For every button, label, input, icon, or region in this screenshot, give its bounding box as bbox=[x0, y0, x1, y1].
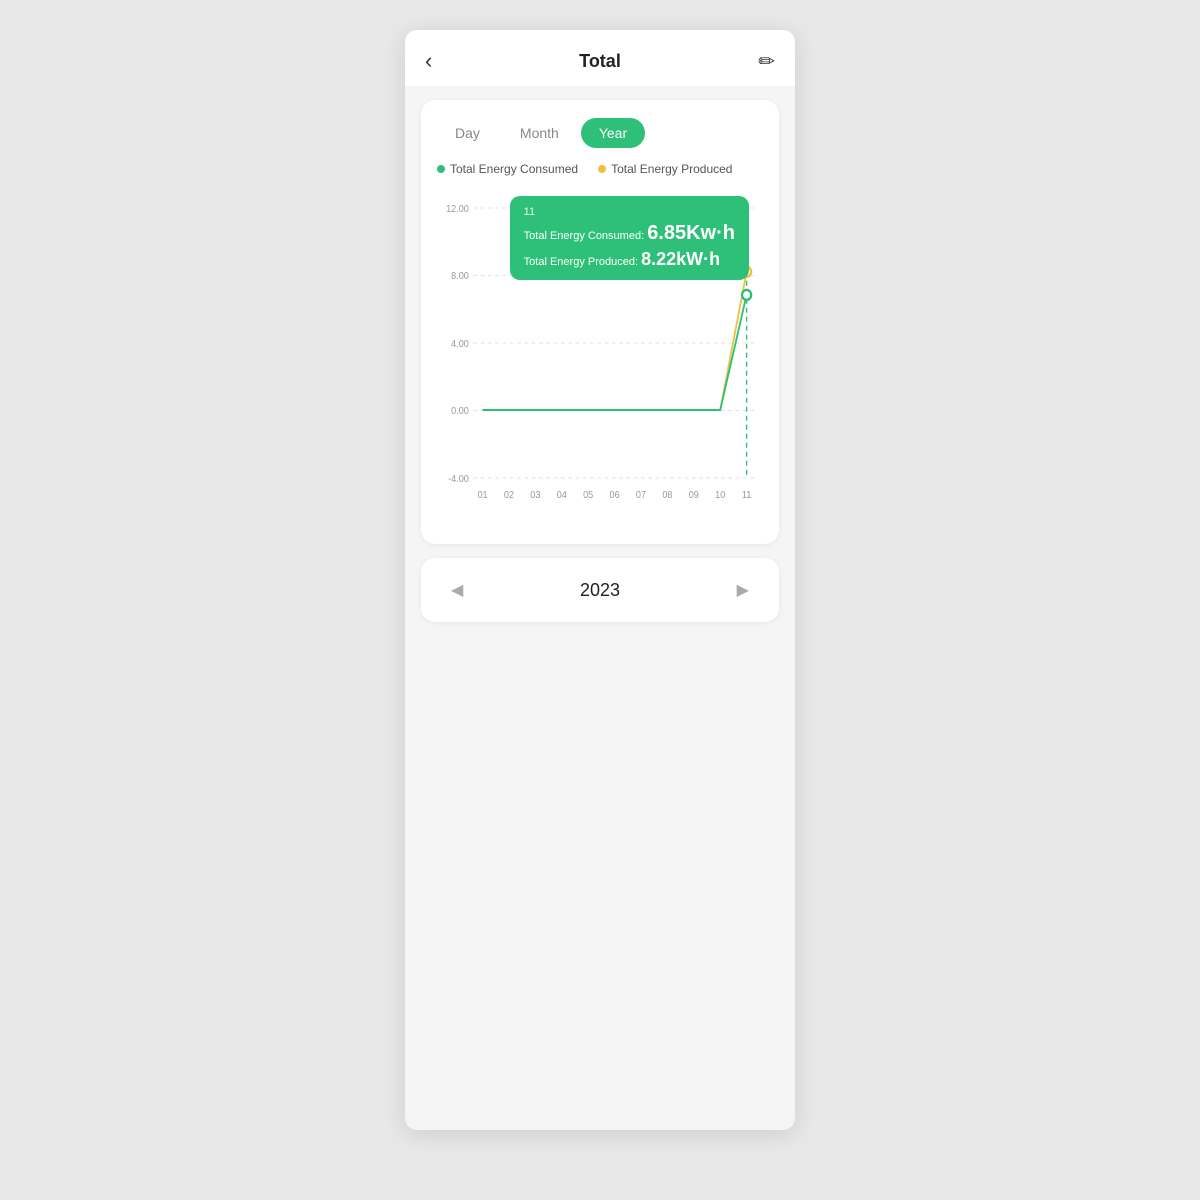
back-button[interactable]: ‹ bbox=[425, 48, 457, 74]
svg-text:8.00: 8.00 bbox=[451, 271, 469, 283]
svg-text:-4.00: -4.00 bbox=[448, 474, 469, 486]
chart-area: 12.00 8.00 4.00 0.00 -4.00 01 02 03 04 0… bbox=[437, 188, 763, 528]
next-year-button[interactable]: ▶ bbox=[727, 576, 759, 604]
svg-text:01: 01 bbox=[477, 490, 487, 502]
svg-text:07: 07 bbox=[636, 490, 646, 502]
tooltip-produced-label: Total Energy Produced: bbox=[524, 256, 638, 268]
svg-text:02: 02 bbox=[504, 490, 514, 502]
tooltip-consumed: Total Energy Consumed: 6.85Kw·h bbox=[524, 222, 735, 245]
tab-month[interactable]: Month bbox=[502, 118, 577, 148]
legend-produced-dot bbox=[598, 165, 606, 173]
tabs-container: Day Month Year bbox=[437, 118, 763, 148]
tooltip-month: 11 bbox=[524, 206, 735, 218]
page-title: Total bbox=[579, 51, 621, 72]
svg-text:12.00: 12.00 bbox=[446, 204, 469, 216]
header: ‹ Total ✏ bbox=[405, 30, 795, 86]
legend-consumed-label: Total Energy Consumed bbox=[450, 162, 578, 176]
svg-text:04: 04 bbox=[557, 490, 568, 502]
svg-text:4.00: 4.00 bbox=[451, 339, 469, 351]
svg-text:03: 03 bbox=[530, 490, 540, 502]
svg-text:11: 11 bbox=[742, 490, 751, 502]
svg-text:05: 05 bbox=[583, 490, 593, 502]
legend-produced-label: Total Energy Produced bbox=[611, 162, 732, 176]
tooltip-produced-value: 8.22kW·h bbox=[641, 249, 720, 269]
tooltip-consumed-label: Total Energy Consumed: bbox=[524, 230, 644, 242]
edit-button[interactable]: ✏ bbox=[743, 49, 775, 74]
svg-text:0.00: 0.00 bbox=[451, 406, 469, 418]
tooltip-consumed-value: 6.85Kw·h bbox=[647, 222, 735, 244]
main-card: Day Month Year Total Energy Consumed Tot… bbox=[421, 100, 779, 544]
chart-tooltip: 11 Total Energy Consumed: 6.85Kw·h Total… bbox=[510, 196, 749, 280]
tab-day[interactable]: Day bbox=[437, 118, 498, 148]
phone-container: ‹ Total ✏ Day Month Year Total Energy Co… bbox=[405, 30, 795, 1130]
prev-year-button[interactable]: ◀ bbox=[441, 576, 473, 604]
tooltip-produced: Total Energy Produced: 8.22kW·h bbox=[524, 249, 735, 270]
legend-consumed: Total Energy Consumed bbox=[437, 162, 578, 176]
svg-text:10: 10 bbox=[715, 490, 725, 502]
legend-consumed-dot bbox=[437, 165, 445, 173]
current-year: 2023 bbox=[580, 580, 620, 601]
svg-text:06: 06 bbox=[610, 490, 620, 502]
tab-year[interactable]: Year bbox=[581, 118, 645, 148]
year-nav: ◀ 2023 ▶ bbox=[421, 558, 779, 622]
legend: Total Energy Consumed Total Energy Produ… bbox=[437, 162, 763, 176]
svg-text:09: 09 bbox=[689, 490, 699, 502]
svg-text:08: 08 bbox=[662, 490, 672, 502]
legend-produced: Total Energy Produced bbox=[598, 162, 732, 176]
